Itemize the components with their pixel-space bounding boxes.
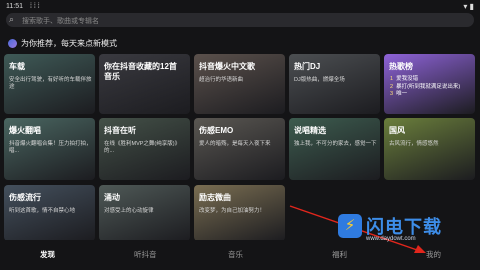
- watermark-url: www.daydowt.com: [366, 236, 416, 242]
- playlist-subtitle: 超治行的华语新曲: [199, 77, 244, 83]
- hot-song: 爱我没错: [396, 76, 419, 82]
- playlist-subtitle: 改变梦，为自己加油努力！: [199, 208, 266, 214]
- playlist-card[interactable]: 涌动对感受上的心动旋律: [99, 185, 190, 241]
- playlist-subtitle: 爱人的暗殇，是每天入夜下来: [199, 141, 271, 147]
- playlist-card[interactable]: 抖音爆火中文歌 超治行的华语新曲: [194, 54, 285, 114]
- nav-tab[interactable]: 听抖音: [134, 249, 157, 260]
- playlist-subtitle: 抖音爆火翻唱合集！压力拍打拍，唱...: [9, 141, 92, 154]
- hot-rank: 3: [390, 91, 394, 97]
- notification-icons: ⁞ ⁞ ⁞: [30, 3, 40, 10]
- playlist-title: 说唱精选: [294, 126, 326, 135]
- playlist-card[interactable]: 车载安全出行驾驶，有好听的车载伴旅途: [4, 54, 95, 114]
- playlist-card[interactable]: 励志微曲改变梦，为自己加油努力！: [194, 185, 285, 241]
- search-icon: ⌕: [9, 14, 15, 24]
- playlist-subtitle: 在线《胜利MVP之舞(纯享版)》 的...: [104, 141, 181, 154]
- search-bar[interactable]: ⌕ 搜索歌手、歌曲或专辑名: [6, 13, 474, 27]
- status-time: 11:51: [6, 3, 23, 10]
- playlist-title: 热歌榜: [389, 62, 413, 71]
- playlist-card[interactable]: 说唱精选独上我，不可分的家去，感觉一下: [289, 118, 380, 180]
- hot-song: 唯一: [396, 91, 408, 97]
- playlist-card[interactable]: 抖音在听在线《胜利MVP之舞(纯享版)》 的...: [99, 118, 190, 180]
- playlist-subtitle: DJ版热曲，燃爆全场: [294, 77, 345, 83]
- hot-list-item: 2 暴打(听到我就满足说出来): [390, 84, 472, 92]
- signal-battery-icon: ▾ ▮: [463, 2, 474, 11]
- playlist-title: 伤感EMO: [199, 126, 234, 135]
- playlist-card[interactable]: 你在抖音收藏的12首音乐: [99, 54, 190, 114]
- status-bar: 11:51 ⁞ ⁞ ⁞ ▾ ▮: [0, 0, 480, 14]
- playlist-card[interactable]: 伤感流行听到这首歌，情不自禁心地: [4, 185, 95, 241]
- playlist-title: 热门DJ: [294, 62, 321, 71]
- hot-list-item: 1 爱我没错: [390, 76, 472, 84]
- hot-rank: 1: [390, 76, 394, 82]
- playlist-title: 抖音在听: [104, 126, 136, 135]
- playlist-subtitle: 安全出行驾驶，有好听的车载伴旅途: [9, 77, 92, 90]
- playlist-title: 国风: [389, 126, 405, 135]
- hot-list: 1 爱我没错 2 暴打(听到我就满足说出来) 3 唯一: [390, 76, 472, 99]
- hot-rank: 2: [390, 83, 394, 90]
- recommend-icon: [8, 39, 17, 49]
- playlist-card[interactable]: 国风古风流行，情感悠然: [384, 118, 475, 180]
- playlist-subtitle: 独上我，不可分的家去，感觉一下: [294, 141, 377, 147]
- playlist-card[interactable]: 爆火翻唱抖音爆火翻唱合集！压力拍打拍，唱...: [4, 118, 95, 180]
- playlist-subtitle: 对感受上的心动旋律: [104, 208, 154, 214]
- search-placeholder: 搜索歌手、歌曲或专辑名: [22, 18, 99, 25]
- playlist-subtitle: 听到这首歌，情不自禁心地: [9, 208, 76, 214]
- playlist-title: 爆火翻唱: [9, 126, 41, 135]
- watermark: ⚡ 闪电下载 www.daydowt.com: [338, 210, 460, 252]
- nav-tab[interactable]: 音乐: [228, 249, 243, 260]
- playlist-title: 抖音爆火中文歌: [199, 62, 255, 71]
- playlist-card[interactable]: 热歌榜 1 爱我没错 2 暴打(听到我就满足说出来) 3 唯一: [384, 54, 475, 114]
- playlist-title: 励志微曲: [199, 193, 231, 202]
- playlist-title: 车载: [9, 62, 25, 71]
- hot-song: 暴打(听到我就满足说出来): [396, 83, 461, 90]
- playlist-card[interactable]: 伤感EMO 爱人的暗殇，是每天入夜下来: [194, 118, 285, 180]
- playlist-title: 涌动: [104, 193, 120, 202]
- lightning-logo-icon: ⚡: [338, 214, 362, 238]
- recommend-text: 为你推荐，每天来点新模式: [21, 39, 117, 48]
- playlist-card[interactable]: 热门DJ DJ版热曲，燃爆全场: [289, 54, 380, 114]
- nav-tab[interactable]: 发现: [40, 249, 55, 260]
- playlist-title: 你在抖音收藏的12首音乐: [104, 62, 177, 81]
- playlist-subtitle: 古风流行，情感悠然: [389, 141, 439, 147]
- playlist-title: 伤感流行: [9, 193, 41, 202]
- recommend-header: 为你推荐，每天来点新模式: [8, 38, 117, 49]
- hot-list-item: 3 唯一: [390, 91, 472, 99]
